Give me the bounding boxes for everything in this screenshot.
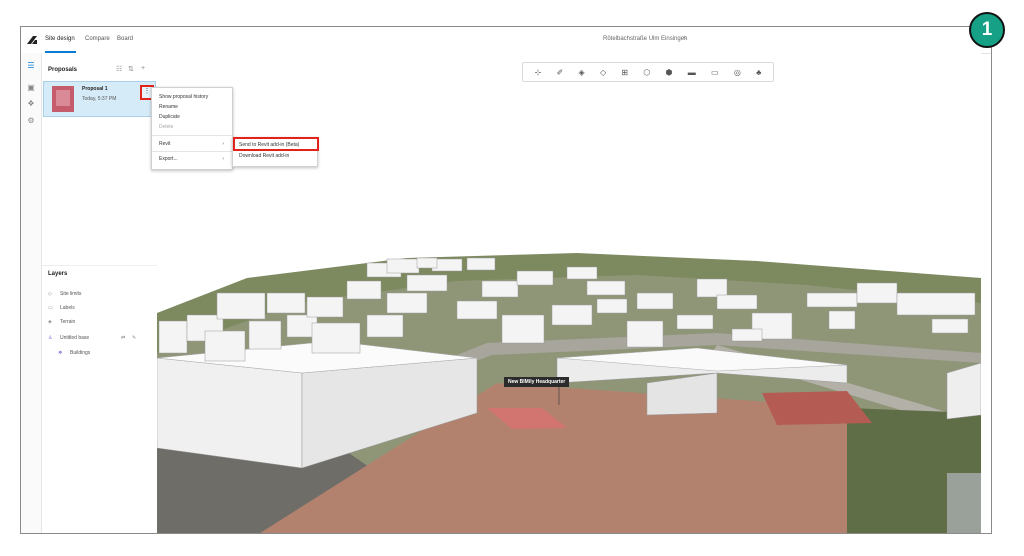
shape-tool-icon[interactable]: ⬡ xyxy=(643,68,650,77)
floor-tool-icon[interactable]: ▬ xyxy=(688,68,696,77)
proposal-name: Proposal 1 xyxy=(82,86,108,92)
trees-tool-icon[interactable]: ♣ xyxy=(756,68,761,77)
buildings-icon: ❖ xyxy=(58,350,63,356)
map-viewport[interactable]: ⊹ ✐ ◈ ◇ ⊞ ⬡ ⬢ ▬ ▭ ◎ ♣ New BIMily Headqua… xyxy=(157,53,981,533)
layers-tool-icon[interactable]: ◈ xyxy=(579,68,585,77)
terrain-icon: ◈ xyxy=(48,319,52,325)
layer-label: Labels xyxy=(60,305,75,311)
align-tool-icon[interactable]: ⊞ xyxy=(621,68,628,77)
base-icon: ♙ xyxy=(48,335,53,341)
tab-site-design[interactable]: Site design xyxy=(45,36,75,42)
menu-download-revit-addin[interactable]: Download Revit add-in xyxy=(239,153,289,159)
sort-icon[interactable]: ⇅ xyxy=(128,65,134,73)
plane-tool-icon[interactable]: ◇ xyxy=(600,68,606,77)
tab-compare[interactable]: Compare xyxy=(85,36,110,42)
site-label: New BIMily Headquarter xyxy=(504,377,570,387)
settings-rail-icon[interactable]: ⚙ xyxy=(26,116,36,126)
layer-label: Site limits xyxy=(60,291,82,297)
edit-title-icon[interactable]: ✎ xyxy=(683,35,688,42)
layer-site-limits[interactable]: ◇ Site limits xyxy=(48,291,81,297)
proposal-card[interactable]: Proposal 1 Today, 5:37 PM ⋮ xyxy=(43,81,156,117)
tab-board[interactable]: Board xyxy=(117,36,133,42)
menu-revit[interactable]: Revit xyxy=(159,141,170,147)
layer-label: Buildings xyxy=(70,350,91,356)
view-toolbar: ⊹ ✐ ◈ ◇ ⊞ ⬡ ⬢ ▬ ▭ ◎ ♣ xyxy=(522,62,774,82)
layer-label: Untitled base xyxy=(60,335,90,341)
menu-divider xyxy=(152,151,232,152)
label-icon: ▭ xyxy=(48,305,53,311)
swap-icon[interactable]: ⇄ xyxy=(121,335,125,341)
layer-untitled-base[interactable]: ♙ Untitled base xyxy=(48,335,89,341)
app-window: Site design Compare Board Rötelbachstraß… xyxy=(20,26,992,534)
add-proposal-icon[interactable]: + xyxy=(141,65,145,72)
top-bar: Site design Compare Board Rötelbachstraß… xyxy=(21,27,991,54)
select-tool-icon[interactable]: ⊹ xyxy=(535,68,542,77)
document-title: Rötelbachstraße Ulm Einsingen xyxy=(603,36,688,42)
menu-export[interactable]: Export... xyxy=(159,156,178,162)
menu-divider xyxy=(152,135,232,136)
proposal-date: Today, 5:37 PM xyxy=(82,96,117,102)
proposals-rail-icon[interactable]: ☰ xyxy=(26,61,36,71)
edit-layer-icon[interactable]: ✎ xyxy=(132,335,136,341)
3d-site-scene xyxy=(157,53,981,533)
chevron-right-icon: › xyxy=(222,141,224,147)
site-limits-icon: ◇ xyxy=(48,291,52,297)
menu-duplicate[interactable]: Duplicate xyxy=(159,114,180,120)
layer-labels[interactable]: ▭ Labels xyxy=(48,305,75,311)
divider xyxy=(42,265,157,266)
left-rail: ☰ ▣ ❖ ⚙ xyxy=(21,53,42,533)
analysis-tool-icon[interactable]: ◎ xyxy=(734,68,741,77)
label-tool-icon[interactable]: ▭ xyxy=(711,68,719,77)
menu-delete: Delete xyxy=(159,124,174,130)
buildings-rail-icon[interactable]: ❖ xyxy=(26,99,36,109)
analysis-rail-icon[interactable]: ▣ xyxy=(26,83,36,93)
layer-label: Terrain xyxy=(60,319,76,325)
side-panel: Proposals ☷ ⇅ + Proposal 1 Today, 5:37 P… xyxy=(42,53,158,533)
autodesk-logo-icon xyxy=(27,36,37,44)
step-number-badge: 1 xyxy=(969,12,1005,48)
menu-rename[interactable]: Rename xyxy=(159,104,178,110)
chevron-right-icon: › xyxy=(222,156,224,162)
draw-tool-icon[interactable]: ✐ xyxy=(557,68,564,77)
proposals-title: Proposals xyxy=(48,67,78,73)
menu-show-history[interactable]: Show proposal history xyxy=(159,94,208,100)
proposal-context-menu: Show proposal history Rename Duplicate D… xyxy=(151,87,233,170)
filter-icon[interactable]: ☷ xyxy=(116,65,122,73)
box-tool-icon[interactable]: ⬢ xyxy=(666,68,673,77)
layers-title: Layers xyxy=(48,271,68,277)
layer-terrain[interactable]: ◈ Terrain xyxy=(48,319,75,325)
proposal-thumbnail xyxy=(52,86,74,112)
send-to-revit-highlight xyxy=(233,137,319,151)
layer-buildings[interactable]: ❖ Buildings xyxy=(58,350,90,356)
